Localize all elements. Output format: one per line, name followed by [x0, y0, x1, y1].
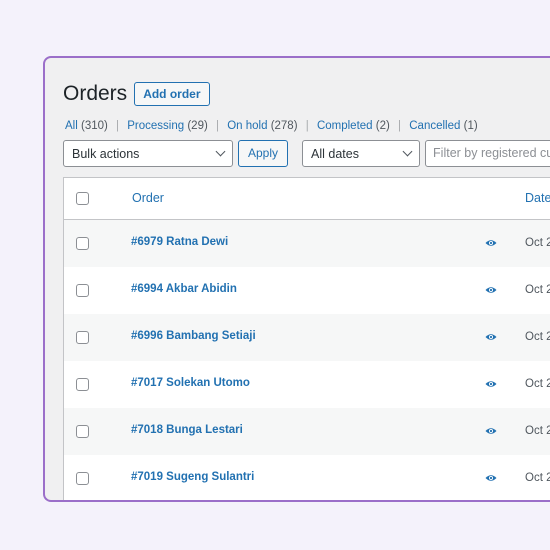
- eye-icon[interactable]: [485, 473, 497, 483]
- order-date: Oct 2: [525, 284, 550, 296]
- status-count: (2): [375, 120, 390, 132]
- table-row: #6994 Akbar Abidin Oct 2: [64, 267, 550, 314]
- apply-button[interactable]: Apply: [238, 140, 289, 167]
- order-date: Oct 2: [525, 425, 550, 437]
- order-link[interactable]: #7018 Bunga Lestari: [131, 424, 243, 436]
- eye-icon[interactable]: [485, 238, 497, 248]
- column-header-date[interactable]: Date: [525, 191, 550, 205]
- status-count: (278): [270, 120, 298, 132]
- page-title: Orders: [63, 82, 128, 105]
- separator: |: [305, 120, 309, 132]
- separator: |: [116, 120, 120, 132]
- row-checkbox[interactable]: [76, 237, 89, 250]
- orders-table: Order Date #6979 Ratna Dewi Oct 2 #6994 …: [63, 177, 550, 500]
- column-header-order[interactable]: Order: [132, 191, 164, 205]
- table-row: #6996 Bambang Setiaji Oct 2: [64, 314, 550, 361]
- order-link[interactable]: #6979 Ratna Dewi: [131, 236, 228, 248]
- add-order-button[interactable]: Add order: [134, 82, 210, 106]
- dates-select[interactable]: All dates: [302, 140, 421, 167]
- eye-icon[interactable]: [485, 332, 497, 342]
- status-filter-completed[interactable]: Completed: [317, 120, 373, 132]
- table-row: #7018 Bunga Lestari Oct 2: [64, 408, 550, 455]
- eye-icon[interactable]: [485, 426, 497, 436]
- status-filter-on-hold[interactable]: On hold: [227, 120, 267, 132]
- order-date: Oct 2: [525, 378, 550, 390]
- row-checkbox[interactable]: [76, 425, 89, 438]
- bulk-actions-value: Bulk actions: [72, 146, 140, 161]
- table-row: #7019 Sugeng Sulantri Oct 2: [64, 455, 550, 500]
- status-filters: All (310) | Processing (29) | On hold (2…: [65, 120, 478, 132]
- order-date: Oct 2: [525, 472, 550, 484]
- orders-panel: Orders Add order All (310) | Processing …: [43, 56, 550, 502]
- row-checkbox[interactable]: [76, 472, 89, 485]
- dates-value: All dates: [311, 146, 359, 161]
- status-count: (29): [187, 120, 208, 132]
- customer-filter-input[interactable]: Filter by registered customer: [425, 140, 550, 167]
- order-link[interactable]: #6996 Bambang Setiaji: [131, 330, 256, 342]
- eye-icon[interactable]: [485, 285, 497, 295]
- order-link[interactable]: #7017 Solekan Utomo: [131, 377, 250, 389]
- order-link[interactable]: #7019 Sugeng Sulantri: [131, 471, 254, 483]
- row-checkbox[interactable]: [76, 284, 89, 297]
- separator: |: [216, 120, 219, 132]
- status-filter-cancelled[interactable]: Cancelled: [409, 120, 460, 132]
- eye-icon[interactable]: [485, 379, 497, 389]
- row-checkbox[interactable]: [76, 331, 89, 344]
- status-count: (310): [80, 120, 108, 132]
- order-link[interactable]: #6994 Akbar Abidin: [131, 283, 237, 295]
- status-count: (1): [463, 120, 478, 132]
- order-date: Oct 2: [525, 331, 550, 343]
- status-filter-all[interactable]: All: [65, 120, 78, 132]
- select-all-checkbox[interactable]: [76, 192, 89, 205]
- order-date: Oct 2: [525, 237, 550, 249]
- table-header: Order Date: [64, 178, 550, 220]
- title-row: Orders Add order: [63, 82, 210, 106]
- table-row: #7017 Solekan Utomo Oct 2: [64, 361, 550, 408]
- separator: |: [398, 120, 402, 132]
- row-checkbox[interactable]: [76, 378, 89, 391]
- table-row: #6979 Ratna Dewi Oct 2: [64, 220, 550, 267]
- chevron-down-icon: [215, 146, 226, 157]
- bulk-actions-select[interactable]: Bulk actions: [63, 140, 233, 167]
- actions-toolbar: Bulk actions Apply All dates Filter by r…: [63, 140, 550, 167]
- status-filter-processing[interactable]: Processing: [127, 120, 184, 132]
- chevron-down-icon: [402, 146, 413, 157]
